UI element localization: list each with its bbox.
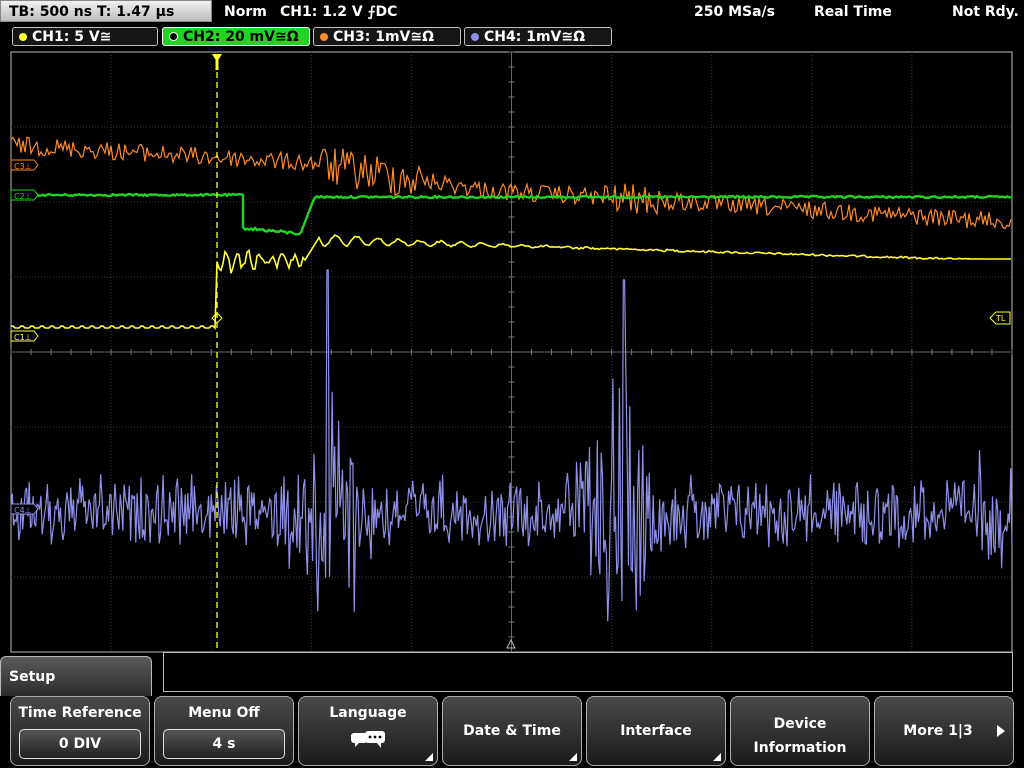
ch1-offset-label: C1⊥ [14,333,32,342]
softkey-label: Menu Off [188,705,260,721]
ch1-color-icon [19,33,27,41]
channel-tab-ch1[interactable]: CH1: 5 V≅ [12,27,158,46]
language-softkey[interactable]: Language [298,696,438,766]
channel-tab-label: CH3: 1mV≅Ω [333,29,435,45]
softkey-label: Date & Time [463,723,561,739]
channel-tab-label: CH2: 20 mV≅Ω [183,29,299,45]
time-reference-softkey[interactable]: Time Reference 0 DIV [10,696,150,766]
menu-off-value[interactable]: 4 s [163,729,285,759]
more-softkey[interactable]: More 1|3 [874,696,1014,766]
menu-info-strip [163,652,1013,692]
trigger-level-label: TL [995,314,1006,323]
channel-tab-label: CH4: 1mV≅Ω [484,29,586,45]
trigger-setting[interactable]: CH1: 1.2 V ⨍DC [280,0,397,24]
softkey-label: Interface [620,723,692,739]
interface-softkey[interactable]: Interface [586,696,726,766]
channel-tab-label: CH1: 5 V≅ [32,29,112,45]
date-time-softkey[interactable]: Date & Time [442,696,582,766]
trigger-mode[interactable]: Norm [224,0,267,24]
sample-rate: 250 MSa/s [694,4,776,20]
menu-title: Setup [0,656,152,696]
submenu-indicator-icon [425,753,433,761]
softkey-label: More 1|3 [903,723,973,739]
menu-off-softkey[interactable]: Menu Off 4 s [154,696,294,766]
trigger-status: Not Rdy. [952,4,1019,20]
channel-tab-ch3[interactable]: CH3: 1mV≅Ω [313,27,461,46]
channel-tab-ch4[interactable]: CH4: 1mV≅Ω [464,27,612,46]
speech-bubbles-icon [351,731,385,748]
ch2-offset-marker[interactable]: C2⊥ [10,189,39,201]
trigger-position-stem [215,60,219,70]
time-reference-value[interactable]: 0 DIV [19,729,141,759]
device-information-softkey[interactable]: Device Information [730,696,870,766]
submenu-indicator-icon [713,753,721,761]
ch2-offset-label: C2⊥ [14,192,32,201]
channel-tabs: CH1: 5 V≅ CH2: 20 mV≅Ω CH3: 1mV≅Ω CH4: 1… [0,26,1024,48]
submenu-indicator-icon [569,753,577,761]
softkey-label: Device Information [753,716,847,756]
softkey-label: Time Reference [18,705,142,721]
channel-tab-ch2[interactable]: CH2: 20 mV≅Ω [162,27,310,46]
ch3-offset-marker[interactable]: C3⊥ [10,159,39,171]
status-bar: TB: 500 ns T: 1.47 µs Norm CH1: 1.2 V ⨍D… [0,0,1024,24]
ch4-offset-marker[interactable]: C4⊥ [10,503,39,515]
ch1-offset-marker[interactable]: C1⊥ [10,330,39,342]
acquisition-mode: Real Time [814,4,892,20]
softkey-label: Language [329,705,407,721]
ch2-color-icon [169,32,178,41]
arrow-right-icon [997,725,1005,737]
ch3-color-icon [320,33,328,41]
waveform-display[interactable]: C3⊥ C2⊥ C1⊥ C4⊥ TL [0,50,1024,654]
ch4-color-icon [471,33,479,41]
ch4-offset-label: C4⊥ [14,506,32,515]
timebase-readout[interactable]: TB: 500 ns T: 1.47 µs [0,0,212,22]
ch3-offset-label: C3⊥ [14,162,32,171]
